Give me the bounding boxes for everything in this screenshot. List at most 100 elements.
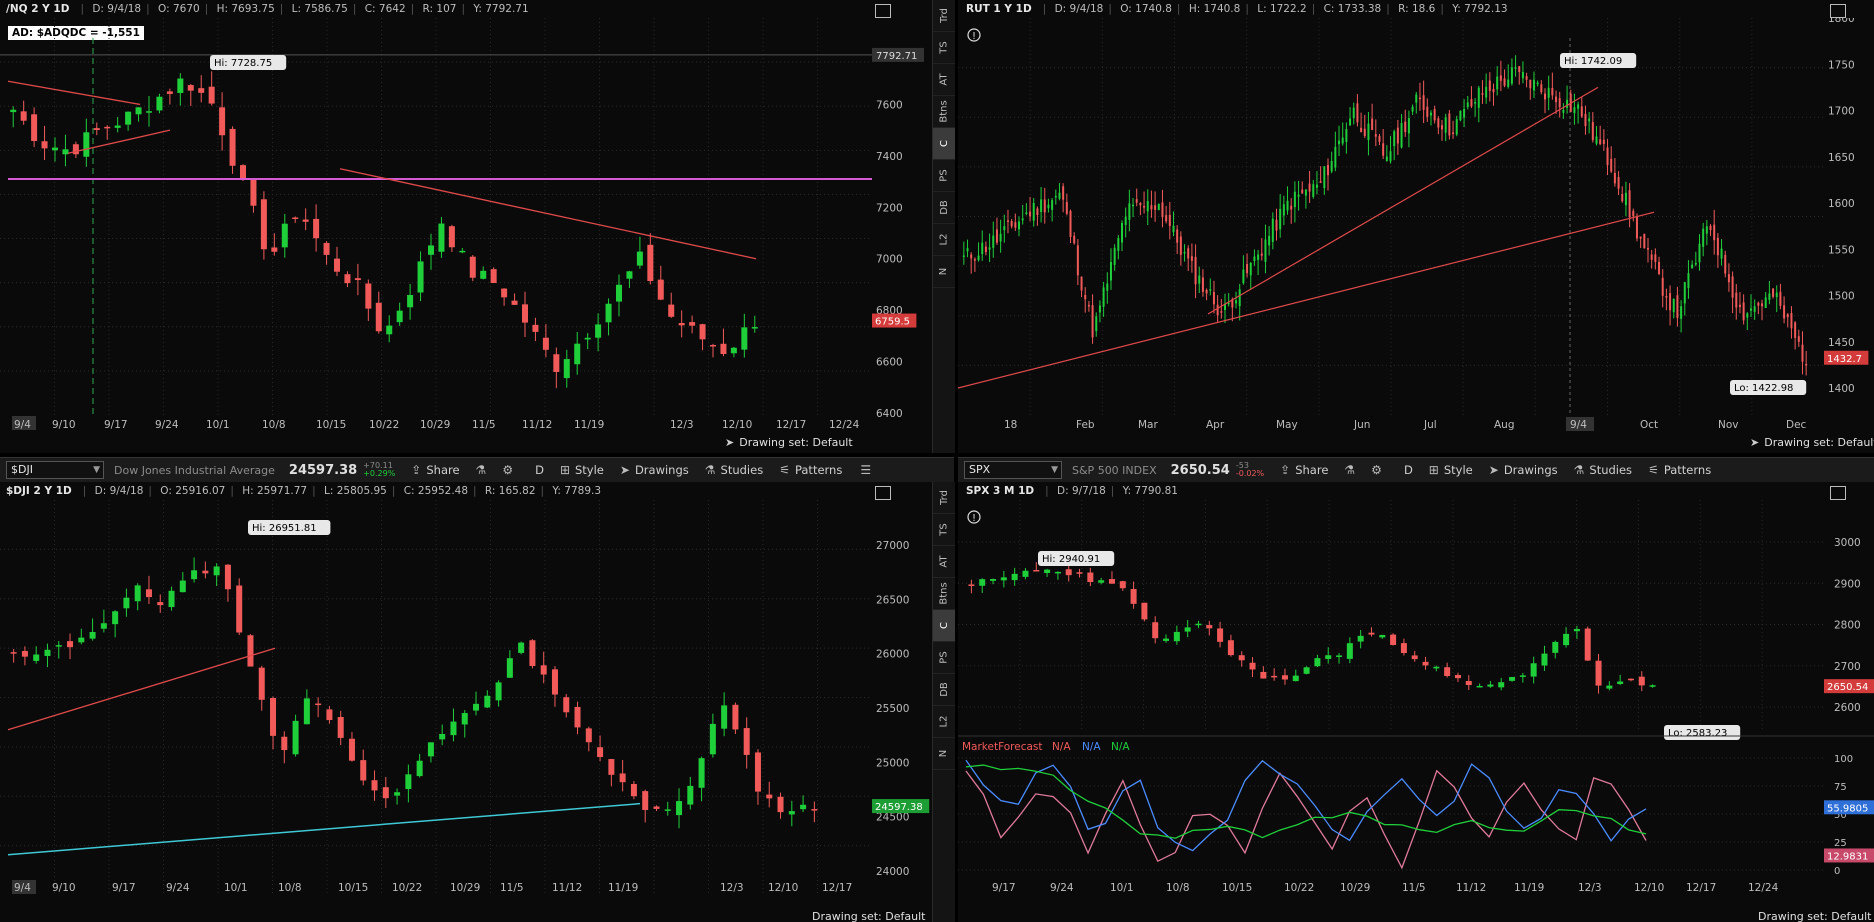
symbol-input[interactable]: SPX ▼ bbox=[964, 461, 1062, 479]
rut-price-chart[interactable]: ! Hi: 1742.09 Lo: 1422.98 1800 1750 1700 1650 1… bbox=[958, 18, 1874, 433]
candle bbox=[1735, 292, 1738, 308]
settings-button[interactable]: ⚙ bbox=[1371, 463, 1382, 477]
candle bbox=[1338, 140, 1341, 145]
candle bbox=[1624, 192, 1627, 206]
side-tab-at[interactable]: AT bbox=[933, 546, 955, 578]
period-button[interactable]: D bbox=[1404, 463, 1413, 477]
nq-price-chart[interactable]: Hi: 7728.7576007400720070006800660064007… bbox=[0, 18, 932, 433]
side-tab-at[interactable]: AT bbox=[933, 64, 955, 96]
low-readout: L: 1722.2 bbox=[1257, 3, 1307, 15]
drawing-set-label[interactable]: Drawing set: Default bbox=[1764, 436, 1874, 449]
style-button[interactable]: ⊞ Style bbox=[1429, 463, 1473, 477]
share-button[interactable]: ⇪ Share bbox=[411, 463, 459, 477]
drawing-set-label[interactable]: Drawing set: Default bbox=[739, 436, 852, 449]
candle bbox=[777, 796, 784, 813]
candle bbox=[743, 728, 750, 755]
rut-header: RUT 1 Y 1D | D: 9/4/18 | O: 1740.8 | H: 174… bbox=[966, 3, 1508, 15]
y-axis-label: 1600 bbox=[1828, 198, 1855, 210]
studies-button[interactable]: ⚗ Studies bbox=[1574, 463, 1632, 477]
close-readout: C: 7642 bbox=[364, 3, 406, 15]
side-tab-label: Trd bbox=[938, 490, 950, 505]
drawings-button[interactable]: ➤ Drawings bbox=[620, 463, 689, 477]
x-axis-label: 10/29 bbox=[1340, 882, 1370, 894]
candle bbox=[1183, 251, 1186, 254]
side-tab-l2[interactable]: L2 bbox=[933, 224, 955, 256]
candle bbox=[1051, 200, 1054, 210]
patterns-button[interactable]: ⚟ Patterns bbox=[1648, 463, 1711, 477]
candle bbox=[1459, 110, 1462, 121]
side-tab-btns[interactable]: Btns bbox=[933, 578, 955, 610]
menu-button[interactable]: ☰ bbox=[860, 463, 871, 477]
candle bbox=[1303, 667, 1310, 674]
study-name: MarketForecast bbox=[962, 741, 1043, 753]
candle bbox=[1173, 631, 1180, 642]
candle bbox=[605, 303, 612, 323]
candle bbox=[1797, 336, 1800, 342]
symbol-input[interactable]: $DJI ▼ bbox=[6, 461, 104, 479]
side-tab-ts[interactable]: TS bbox=[933, 514, 955, 546]
dji-expand-icon[interactable] bbox=[875, 486, 891, 500]
patterns-button[interactable]: ⚟ Patterns bbox=[779, 463, 842, 477]
candle bbox=[334, 258, 340, 272]
flask-button[interactable]: ⚗ bbox=[476, 463, 487, 477]
side-tab-db[interactable]: DB bbox=[933, 674, 955, 706]
side-tab-l2[interactable]: L2 bbox=[933, 706, 955, 738]
support-line bbox=[7, 802, 641, 856]
side-tab-c[interactable]: C bbox=[933, 610, 955, 642]
spx-expand-icon[interactable] bbox=[1830, 486, 1846, 500]
candle bbox=[78, 637, 85, 643]
gear-icon: ⚙ bbox=[1371, 463, 1382, 477]
candle bbox=[1577, 104, 1580, 109]
side-tab-ps[interactable]: PS bbox=[933, 160, 955, 192]
x-axis-label: 9/24 bbox=[166, 882, 190, 894]
flask-button[interactable]: ⚗ bbox=[1344, 463, 1355, 477]
pointer-icon[interactable]: ➤ bbox=[1750, 436, 1759, 449]
candle bbox=[698, 758, 705, 788]
candle bbox=[1404, 121, 1407, 133]
period-button[interactable]: D bbox=[535, 463, 544, 477]
spx-price-chart[interactable]: ! Hi: 2940.91 Lo: 2583.23 3000 2900 2800 2700 2… bbox=[958, 500, 1874, 905]
side-tab-c[interactable]: C bbox=[933, 128, 955, 160]
candle bbox=[1466, 102, 1469, 108]
rut-expand-icon[interactable] bbox=[1830, 4, 1846, 18]
candle bbox=[1260, 253, 1263, 256]
side-tab-db[interactable]: DB bbox=[933, 192, 955, 224]
candle bbox=[1334, 146, 1337, 168]
candle bbox=[1379, 634, 1386, 638]
share-button[interactable]: ⇪ Share bbox=[1280, 463, 1328, 477]
candle bbox=[1654, 254, 1657, 262]
chevron-down-icon[interactable]: ▼ bbox=[93, 462, 100, 478]
y-axis-label: 25500 bbox=[876, 703, 909, 715]
candle bbox=[1176, 229, 1179, 243]
studies-button[interactable]: ⚗ Studies bbox=[705, 463, 763, 477]
side-tab-n[interactable]: N bbox=[933, 256, 955, 288]
side-tab-ps[interactable]: PS bbox=[933, 642, 955, 674]
x-axis-label: 12/17 bbox=[822, 882, 852, 894]
chevron-down-icon[interactable]: ▼ bbox=[1051, 462, 1058, 478]
candle bbox=[1132, 204, 1135, 207]
side-tab-trd[interactable]: Trd bbox=[933, 482, 955, 514]
drawings-button[interactable]: ➤ Drawings bbox=[1489, 463, 1558, 477]
date-readout: D: 9/4/18 bbox=[1054, 3, 1104, 15]
candle bbox=[386, 325, 393, 335]
drawing-set-label[interactable]: Drawing set: Default bbox=[1758, 910, 1871, 922]
candle bbox=[1141, 602, 1148, 620]
candle bbox=[1033, 570, 1040, 572]
side-tab-btns[interactable]: Btns bbox=[933, 96, 955, 128]
side-tab-n[interactable]: N bbox=[933, 738, 955, 770]
study-value-3: N/A bbox=[1111, 741, 1130, 753]
candle bbox=[1753, 306, 1756, 312]
candle bbox=[1455, 119, 1458, 135]
candle bbox=[1209, 289, 1212, 291]
alert-icon-glyph: ! bbox=[972, 31, 976, 42]
side-tab-trd[interactable]: Trd bbox=[933, 0, 955, 32]
side-tab-ts[interactable]: TS bbox=[933, 32, 955, 64]
nq-expand-icon[interactable] bbox=[875, 4, 891, 18]
pointer-icon[interactable]: ➤ bbox=[725, 436, 734, 449]
candle bbox=[1238, 655, 1245, 661]
settings-button[interactable]: ⚙ bbox=[502, 463, 513, 477]
drawing-set-label[interactable]: Drawing set: Default bbox=[812, 910, 925, 922]
lo-label: Lo: 1422.98 bbox=[1734, 383, 1793, 394]
dji-price-chart[interactable]: Hi: 26951.81 27000 26500 26000 25500 25000 245… bbox=[0, 500, 932, 905]
style-button[interactable]: ⊞ Style bbox=[560, 463, 604, 477]
